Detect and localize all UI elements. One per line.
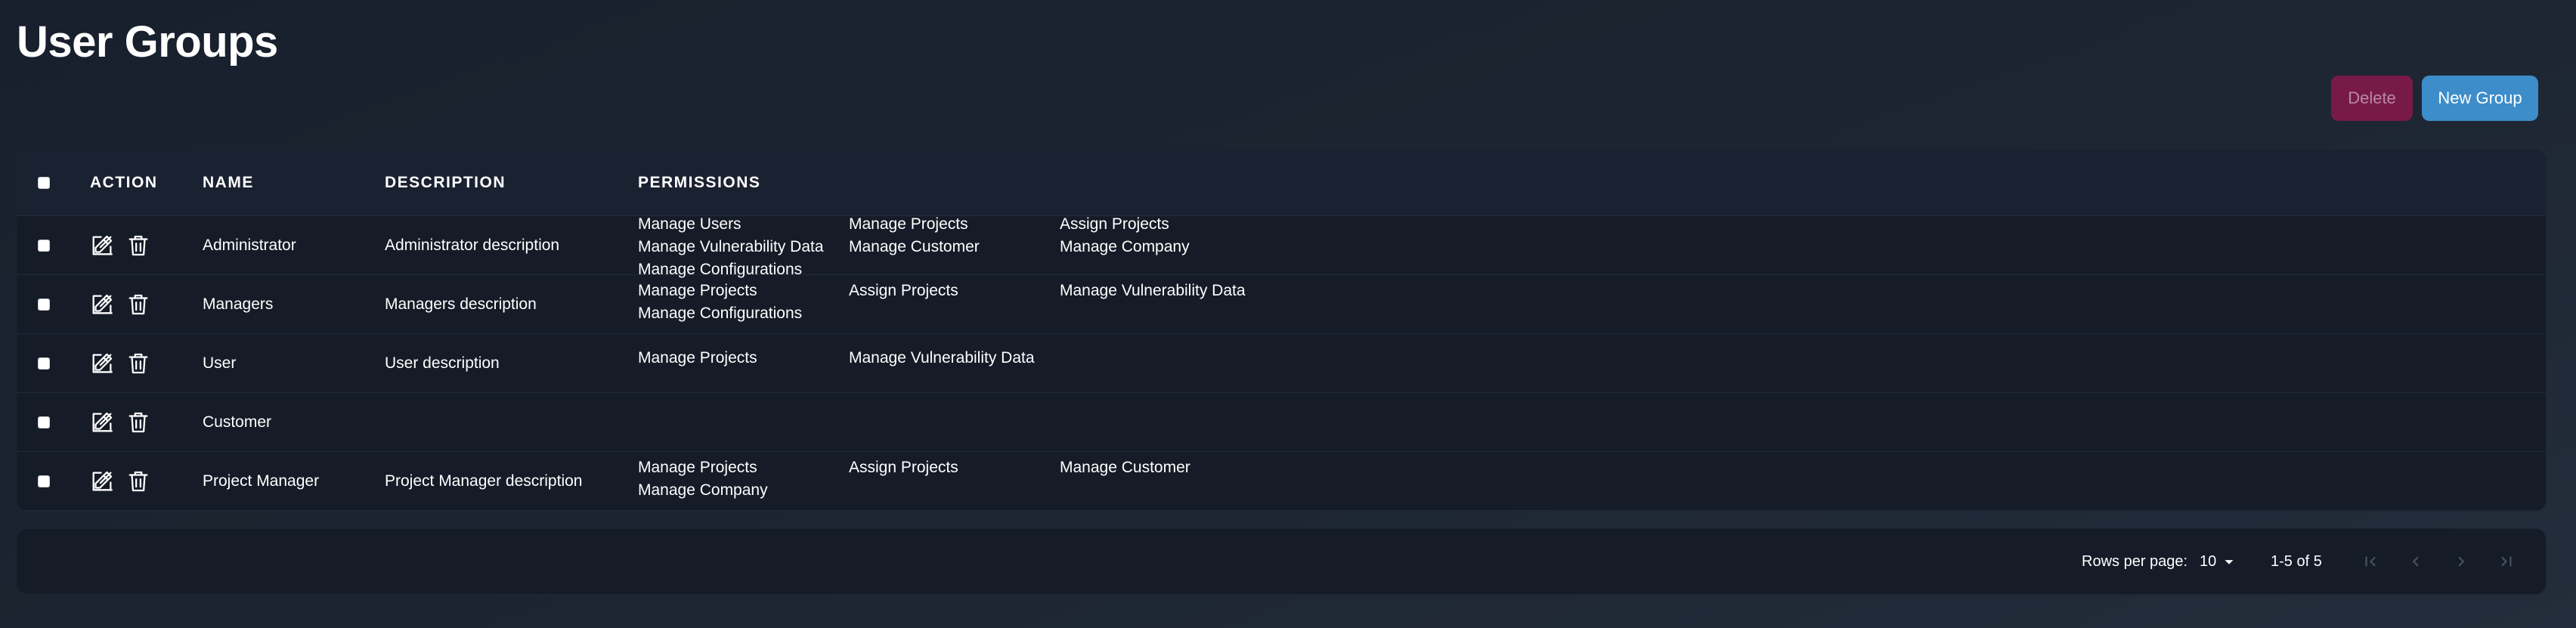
permission-item: Manage Company (638, 481, 768, 499)
page-range: 1-5 of 5 (2271, 552, 2322, 570)
permission-item: Manage Projects (638, 459, 757, 476)
delete-row-button[interactable] (125, 469, 151, 494)
page-title: User Groups (17, 17, 278, 67)
permission-item: Manage Vulnerability Data (1060, 282, 1246, 299)
group-name: Project Manager (203, 472, 320, 490)
user-groups-table: ACTION NAME DESCRIPTION PERMISSIONS Admi… (17, 150, 2546, 511)
row-checkbox[interactable] (38, 357, 50, 370)
previous-page-button[interactable] (2404, 549, 2428, 574)
table-row[interactable]: Customer (17, 393, 2546, 452)
delete-row-button[interactable] (125, 292, 151, 317)
permission-item: Assign Projects (1060, 215, 1169, 233)
edit-icon (92, 353, 113, 373)
permission-item: Manage Projects (638, 349, 757, 367)
permission-item: Manage Vulnerability Data (638, 238, 824, 255)
header-action: ACTION (90, 174, 158, 191)
next-page-button[interactable] (2449, 549, 2473, 574)
group-description: Project Manager description (385, 472, 583, 490)
trash-icon (128, 412, 148, 433)
row-checkbox[interactable] (38, 416, 50, 428)
delete-button[interactable]: Delete (2331, 76, 2413, 121)
row-checkbox[interactable] (38, 240, 50, 252)
group-name: Administrator (203, 237, 296, 254)
delete-row-button[interactable] (125, 233, 151, 258)
row-checkbox[interactable] (38, 475, 50, 487)
chevron-right-icon (2458, 556, 2465, 567)
rows-per-page-label: Rows per page: (2082, 552, 2188, 570)
header-description[interactable]: DESCRIPTION (385, 150, 506, 216)
group-name: User (203, 354, 237, 372)
edit-icon (92, 412, 113, 432)
header-name[interactable]: NAME (203, 150, 254, 216)
edit-button[interactable] (89, 233, 115, 258)
rows-per-page-value: 10 (2200, 552, 2217, 570)
group-name: Customer (203, 413, 272, 431)
table-row[interactable]: Managers Managers description Manage Proje… (17, 275, 2546, 334)
permission-item: Manage Projects (638, 282, 757, 299)
group-description: Managers description (385, 295, 537, 313)
first-page-icon (2365, 556, 2376, 567)
last-page-button[interactable] (2494, 549, 2519, 574)
permission-item: Manage Customer (849, 238, 980, 255)
trash-icon (128, 353, 148, 374)
table-row[interactable]: User User description Manage Projects Manag… (17, 334, 2546, 393)
edit-button[interactable] (89, 469, 115, 494)
edit-button[interactable] (89, 351, 115, 376)
header-permissions[interactable]: PERMISSIONS (638, 150, 760, 216)
chevron-left-icon (2412, 556, 2419, 567)
group-description: User description (385, 354, 500, 372)
permission-item: Manage Company (1060, 238, 1190, 255)
table-row[interactable]: Administrator Administrator description Ma… (17, 215, 2546, 278)
delete-row-button[interactable] (125, 410, 151, 435)
edit-icon (92, 294, 113, 314)
caret-down-icon (2225, 560, 2234, 565)
new-group-button[interactable]: New Group (2422, 76, 2538, 121)
edit-button[interactable] (89, 292, 115, 317)
permission-item: Manage Projects (849, 215, 968, 233)
trash-icon (128, 294, 148, 315)
permission-item: Manage Configurations (638, 305, 803, 322)
edit-icon (92, 235, 113, 255)
row-checkbox[interactable] (38, 299, 50, 311)
trash-icon (128, 235, 148, 256)
last-page-icon (2501, 556, 2512, 567)
permission-item: Manage Users (638, 215, 742, 233)
permission-item: Assign Projects (849, 459, 958, 476)
permission-item: Manage Vulnerability Data (849, 349, 1035, 367)
first-page-button[interactable] (2358, 549, 2382, 574)
permission-item: Assign Projects (849, 282, 958, 299)
table-header: ACTION NAME DESCRIPTION PERMISSIONS (17, 150, 2546, 216)
rows-per-page-select[interactable]: 10 (2200, 529, 2237, 594)
delete-row-button[interactable] (125, 351, 151, 376)
table-pagination: Rows per page: 10 1-5 of 5 (17, 529, 2546, 594)
group-name: Managers (203, 295, 274, 313)
group-description: Administrator description (385, 237, 560, 254)
trash-icon (128, 471, 148, 492)
permission-item: Manage Customer (1060, 459, 1190, 476)
select-all-checkbox[interactable] (38, 177, 50, 189)
edit-button[interactable] (89, 410, 115, 435)
edit-icon (92, 471, 113, 491)
table-row[interactable]: Project Manager Project Manager descripti… (17, 452, 2546, 511)
